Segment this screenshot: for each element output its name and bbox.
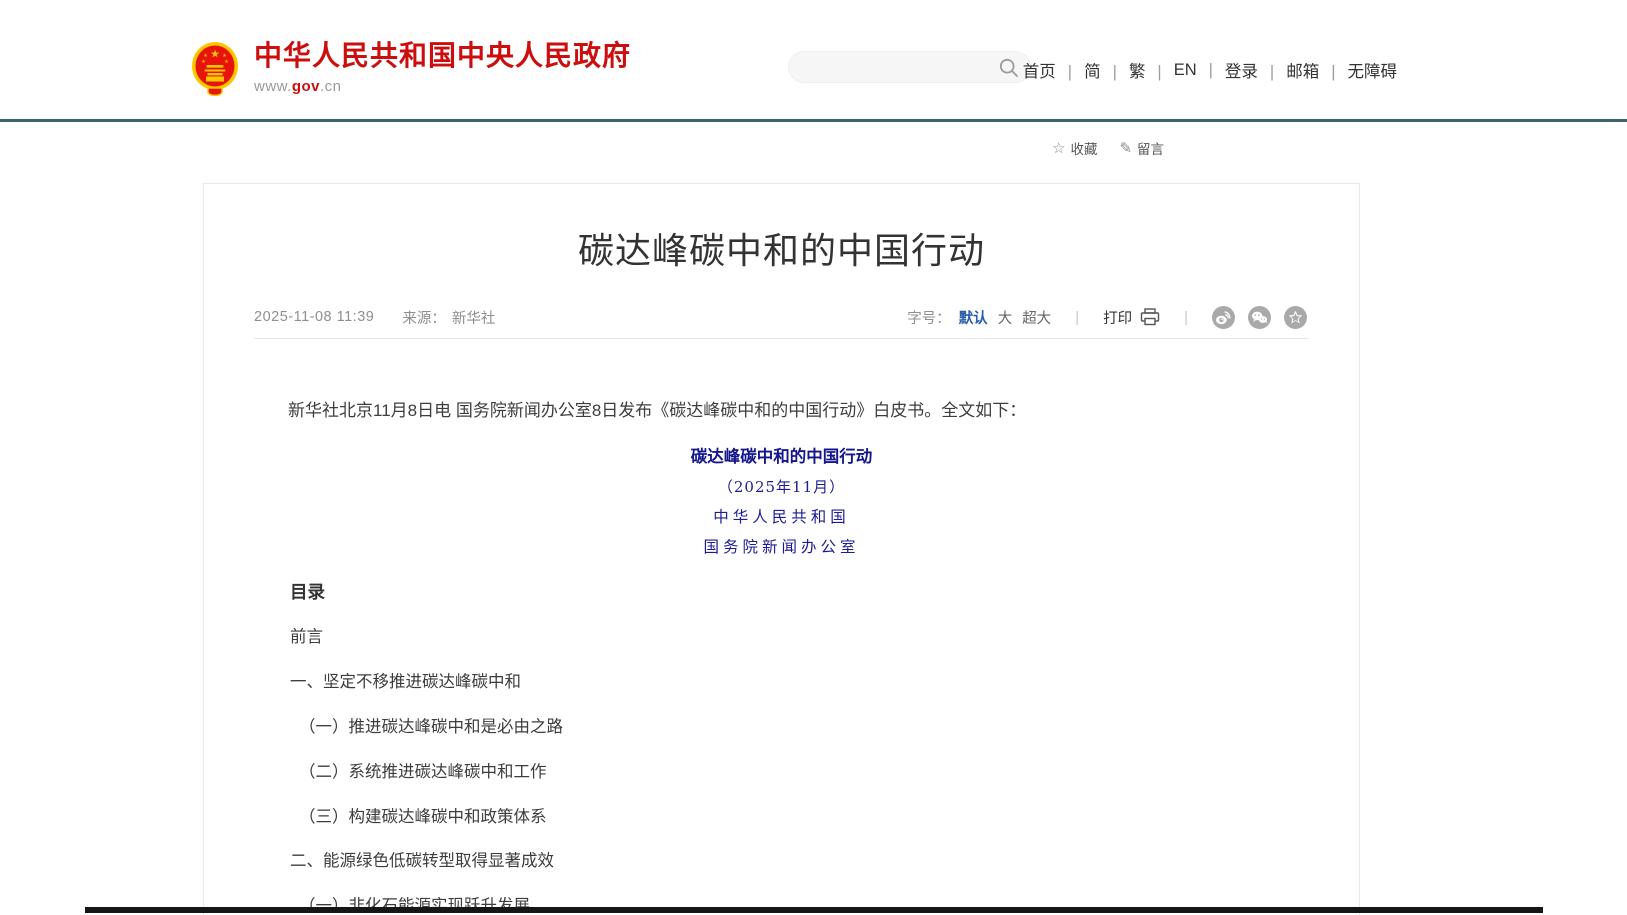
bottom-edge-bar <box>85 907 1543 913</box>
toc-item-section1-1[interactable]: （一）推进碳达峰碳中和是必由之路 <box>290 703 1299 748</box>
source-value[interactable]: 新华社 <box>452 307 496 328</box>
nav-traditional[interactable]: 繁 <box>1129 58 1174 82</box>
wechat-share-icon[interactable] <box>1248 306 1271 329</box>
toc-item-section1-3[interactable]: （三）构建碳达峰碳中和政策体系 <box>290 792 1299 837</box>
publish-date: 2025-11-08 11:39 <box>254 309 374 325</box>
nav-simplified[interactable]: 简 <box>1084 58 1129 82</box>
favorite-share-icon[interactable] <box>1284 306 1307 329</box>
page: ★ ★ ★ ★ ★ 中华人民共和国中央人民政府 www.gov.cn <box>0 0 1627 915</box>
site-title: 中华人民共和国中央人民政府 <box>254 40 631 72</box>
document-org-line2: 国务院新闻办公室 <box>204 532 1359 562</box>
toc-item-section1[interactable]: 一、坚定不移推进碳达峰碳中和 <box>290 658 1299 703</box>
logo-text: 中华人民共和国中央人民政府 www.gov.cn <box>254 40 631 95</box>
favorite-label: 收藏 <box>1070 138 1097 158</box>
message-label: 留言 <box>1137 138 1164 158</box>
document-org-line1: 中华人民共和国 <box>204 502 1359 532</box>
url-gov: gov <box>292 78 320 95</box>
print-button[interactable]: 打印 <box>1103 307 1160 328</box>
lead-paragraph: 新华社北京11月8日电 国务院新闻办公室8日发布《碳达峰碳中和的中国行动》白皮书… <box>254 400 1309 422</box>
star-outline-icon: ☆ <box>1052 141 1065 156</box>
pencil-icon: ✎ <box>1119 141 1132 156</box>
article-action-links: ☆ 收藏 ✎ 留言 <box>1052 138 1164 158</box>
article-meta-row: 2025-11-08 11:39 来源： 新华社 字号： 默认 大 超大 | 打… <box>254 306 1307 328</box>
message-button[interactable]: ✎ 留言 <box>1119 138 1164 158</box>
nav-login[interactable]: 登录 <box>1225 58 1286 82</box>
fontsize-default-button[interactable]: 默认 <box>959 307 988 328</box>
svg-text:★: ★ <box>201 59 206 65</box>
weibo-share-icon[interactable] <box>1212 306 1235 329</box>
site-logo[interactable]: ★ ★ ★ ★ ★ 中华人民共和国中央人民政府 www.gov.cn <box>190 40 631 96</box>
top-nav: 首页 简 繁 EN 登录 邮箱 无障碍 <box>1023 58 1397 82</box>
toc-item-preface[interactable]: 前言 <box>290 613 1299 658</box>
toc-item-section1-2[interactable]: （二）系统推进碳达峰碳中和工作 <box>290 747 1299 792</box>
meta-right: 字号： 默认 大 超大 | 打印 | <box>907 306 1307 329</box>
nav-mail[interactable]: 邮箱 <box>1286 58 1347 82</box>
divider: | <box>1075 309 1079 326</box>
url-www: www. <box>254 78 292 95</box>
search-input[interactable] <box>805 53 990 81</box>
article-card: 碳达峰碳中和的中国行动 2025-11-08 11:39 来源： 新华社 字号：… <box>203 183 1360 915</box>
document-title-link[interactable]: 碳达峰碳中和的中国行动 <box>204 442 1359 472</box>
site-header: ★ ★ ★ ★ ★ 中华人民共和国中央人民政府 www.gov.cn <box>0 0 1627 122</box>
fontsize-large-button[interactable]: 大 <box>998 307 1013 328</box>
document-date: （2025年11月） <box>204 472 1359 502</box>
toc-heading: 目录 <box>290 580 325 604</box>
nav-accessibility[interactable]: 无障碍 <box>1348 58 1398 82</box>
divider: | <box>1184 309 1188 326</box>
article-title: 碳达峰碳中和的中国行动 <box>204 229 1359 273</box>
fontsize-label: 字号： <box>907 307 951 328</box>
nav-english[interactable]: EN <box>1174 61 1225 80</box>
meta-separator <box>254 338 1309 339</box>
print-label: 打印 <box>1103 307 1132 328</box>
url-cn: .cn <box>320 78 342 95</box>
source-label: 来源： <box>402 307 446 328</box>
share-group <box>1212 306 1307 329</box>
fontsize-xlarge-button[interactable]: 超大 <box>1022 307 1051 328</box>
toc-list: 前言 一、坚定不移推进碳达峰碳中和 （一）推进碳达峰碳中和是必由之路 （二）系统… <box>290 613 1299 915</box>
meta-left: 2025-11-08 11:39 来源： 新华社 <box>254 307 495 328</box>
national-emblem-icon: ★ ★ ★ ★ ★ <box>190 40 240 96</box>
svg-text:★: ★ <box>210 49 220 61</box>
svg-text:★: ★ <box>224 59 229 65</box>
search-box <box>788 51 1031 83</box>
search-icon[interactable] <box>999 58 1019 78</box>
nav-home[interactable]: 首页 <box>1023 58 1084 82</box>
printer-icon <box>1140 308 1160 326</box>
document-heading-block: 碳达峰碳中和的中国行动 （2025年11月） 中华人民共和国 国务院新闻办公室 <box>204 442 1359 562</box>
toc-item-section2[interactable]: 二、能源绿色低碳转型取得显著成效 <box>290 837 1299 882</box>
site-url: www.gov.cn <box>254 78 631 95</box>
favorite-button[interactable]: ☆ 收藏 <box>1052 138 1097 158</box>
